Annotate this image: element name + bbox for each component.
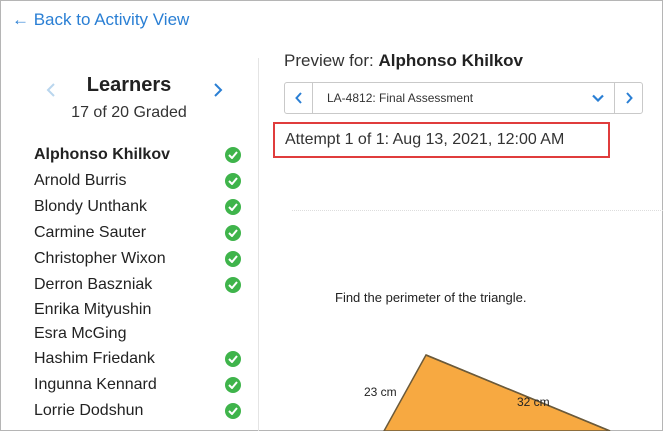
preview-label: Preview for:: [284, 51, 379, 70]
learner-name: Christopher Wixon: [34, 250, 166, 267]
graded-check-icon: [225, 351, 241, 367]
learner-name: Carmine Sauter: [34, 224, 147, 241]
learner-item[interactable]: Blondy Unthank: [34, 194, 244, 220]
question-text: Find the perimeter of the triangle.: [335, 290, 527, 305]
panel-divider: [258, 58, 259, 431]
attempt-info: Attempt 1 of 1: Aug 13, 2021, 12:00 AM: [273, 122, 610, 158]
learner-name: Derron Baszniak: [34, 276, 153, 293]
learner-name: Alphonso Khilkov: [34, 146, 170, 163]
preview-heading: Preview for: Alphonso Khilkov: [284, 51, 523, 71]
graded-check-icon: [225, 277, 241, 293]
side-b-label: 32 cm: [517, 395, 550, 409]
content-separator: [292, 210, 663, 211]
assessment-dropdown-value: LA-4812: Final Assessment: [327, 91, 474, 105]
learner-item[interactable]: Enrika Mityushin: [34, 298, 244, 322]
chevron-down-icon: [592, 94, 604, 102]
chevron-right-icon: [625, 92, 633, 104]
graded-check-icon: [225, 173, 241, 189]
next-assessment-button[interactable]: [614, 83, 642, 113]
side-a-label: 23 cm: [364, 385, 397, 399]
learner-item[interactable]: Carmine Sauter: [34, 220, 244, 246]
triangle-figure: [383, 354, 611, 431]
graded-check-icon: [225, 251, 241, 267]
learner-name: Esra McGing: [34, 325, 127, 342]
learner-item[interactable]: Ingunna Kennard: [34, 372, 244, 398]
learner-name: Arnold Burris: [34, 172, 127, 189]
graded-count: 17 of 20 Graded: [71, 104, 187, 121]
learner-item[interactable]: Lorrie Dodshun: [34, 398, 244, 424]
previous-assessment-button[interactable]: [285, 83, 313, 113]
ungraded-placeholder: [225, 302, 241, 318]
chevron-left-icon: [294, 92, 302, 104]
learner-item[interactable]: Hashim Friedank: [34, 346, 244, 372]
chevron-right-icon: [214, 83, 223, 97]
graded-check-icon: [225, 377, 241, 393]
graded-check-icon: [225, 403, 241, 419]
learner-name: Hashim Friedank: [34, 350, 155, 367]
triangle-shape: [383, 354, 611, 431]
ungraded-placeholder: [225, 326, 241, 342]
next-learner-button[interactable]: [213, 82, 223, 98]
back-to-activity-link[interactable]: ← Back to Activity View: [12, 10, 189, 30]
graded-check-icon: [225, 199, 241, 215]
learner-item[interactable]: Derron Baszniak: [34, 272, 244, 298]
learner-name: Lorrie Dodshun: [34, 402, 144, 419]
learner-name: Blondy Unthank: [34, 198, 147, 215]
learner-item[interactable]: Esra McGing: [34, 322, 244, 346]
learner-name: Ingunna Kennard: [34, 376, 157, 393]
preview-learner-name: Alphonso Khilkov: [378, 51, 523, 70]
learner-item[interactable]: Christopher Wixon: [34, 246, 244, 272]
graded-check-icon: [225, 225, 241, 241]
assessment-selector-bar: LA-4812: Final Assessment: [284, 82, 643, 114]
learner-item[interactable]: Arnold Burris: [34, 168, 244, 194]
graded-check-icon: [225, 147, 241, 163]
learner-name: Enrika Mityushin: [34, 301, 152, 318]
assessment-dropdown[interactable]: LA-4812: Final Assessment: [313, 83, 614, 113]
learner-list: Alphonso Khilkov Arnold Burris Blondy Unth…: [34, 142, 244, 424]
learner-item[interactable]: Alphonso Khilkov: [34, 142, 244, 168]
